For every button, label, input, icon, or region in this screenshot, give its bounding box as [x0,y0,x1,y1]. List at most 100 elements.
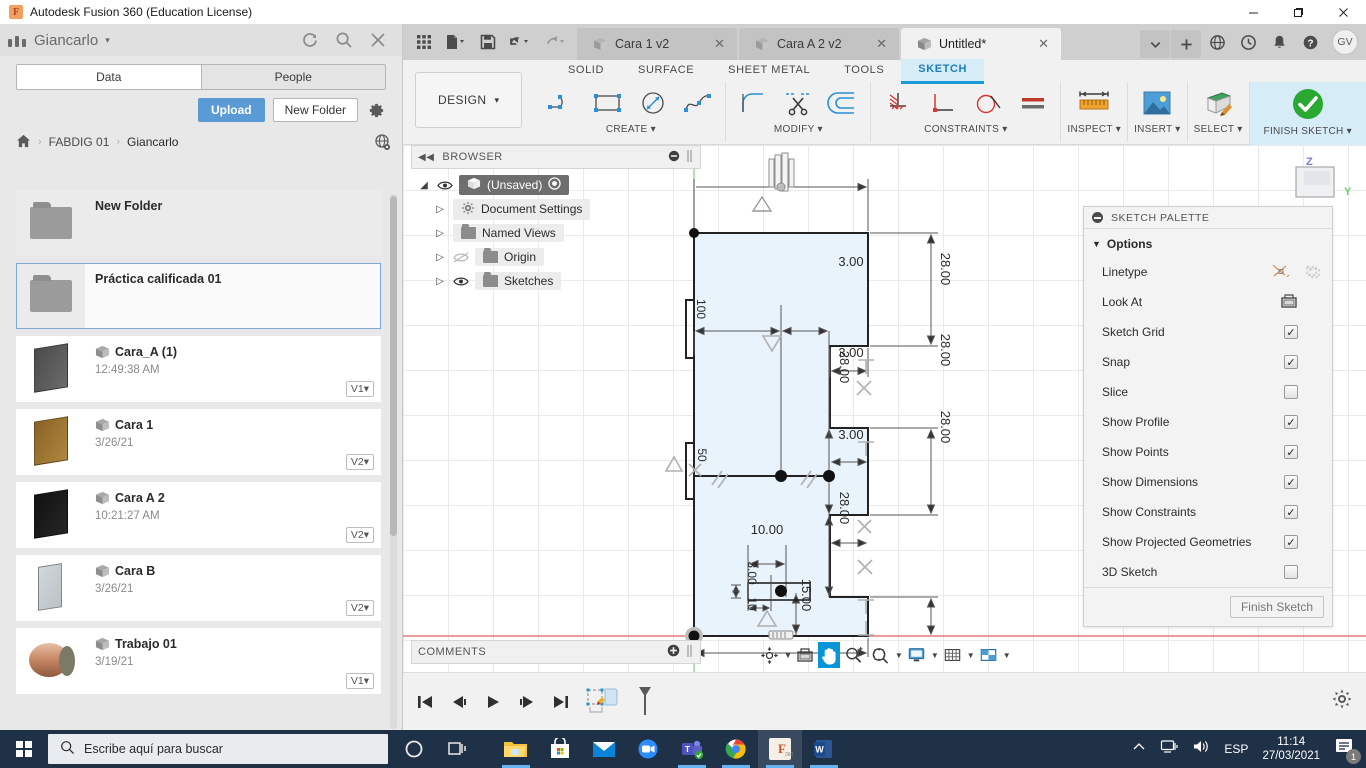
insert-image-icon[interactable] [1136,83,1178,123]
slice-checkbox[interactable] [1284,385,1298,399]
tab-tools[interactable]: TOOLS [827,60,901,82]
gear-icon[interactable] [1332,689,1366,714]
item-version-badge[interactable]: V2▾ [346,527,374,543]
close-tab-icon[interactable]: ✕ [698,36,725,52]
sketch-feature-icon[interactable] [583,690,625,714]
chevron-down-icon[interactable]: ▼ [931,651,939,660]
ribbon-group-finish-sketch[interactable]: FINISH SKETCH ▾ [1249,82,1366,145]
breadcrumb-item-project[interactable]: FABDIG 01 [49,135,110,149]
browser-row-document-settings[interactable]: ▷ Document Settings [411,197,701,221]
minimize-button[interactable] [1231,0,1276,24]
browser-root-label[interactable]: (Unsaved) [459,175,569,195]
sketch-spline-icon[interactable] [677,83,719,123]
eye-icon[interactable] [437,180,453,191]
document-tab-cara1[interactable]: Cara 1 v2 ✕ [577,28,737,60]
finish-sketch-button[interactable]: Finish Sketch [1230,596,1324,618]
offset-icon[interactable] [822,83,864,123]
linetype-construction-icon[interactable] [1272,263,1290,282]
home-icon[interactable] [16,134,31,151]
mail-icon[interactable] [582,730,626,768]
search-icon[interactable] [334,30,354,50]
minimize-dot-icon[interactable] [1092,212,1103,223]
expand-arrow-icon[interactable]: ▷ [433,204,447,215]
linetype-reference-icon[interactable] [1304,263,1322,282]
taskbar-search-input[interactable]: Escribe aquí para buscar [48,734,388,764]
show-dimensions-checkbox[interactable]: ✓ [1284,475,1298,489]
list-item[interactable]: Trabajo 01 3/19/21 V1▾ [16,628,381,694]
new-folder-button[interactable]: New Folder [273,98,358,122]
close-tab-icon[interactable]: ✕ [860,36,887,52]
3d-sketch-checkbox[interactable] [1284,565,1298,579]
breadcrumb-item-folder[interactable]: Giancarlo [127,135,178,149]
microsoft-word-icon[interactable]: W [802,730,846,768]
browser-row-origin[interactable]: ▷ Origin [411,245,701,269]
skip-to-start-icon[interactable] [413,690,437,714]
chevron-down-icon[interactable] [1140,30,1170,58]
clock[interactable]: 11:14 27/03/2021 [1262,735,1320,763]
app-grid-icon[interactable] [411,27,437,57]
browser-row-named-views[interactable]: ▷ Named Views [411,221,701,245]
current-user-name[interactable]: Giancarlo [34,32,98,49]
data-panel-file-list[interactable]: New Folder Práctica calificada 01 [0,190,403,730]
measure-ruler-icon[interactable] [1073,83,1115,123]
eye-icon[interactable] [453,276,469,287]
perpendicular-icon[interactable] [922,83,964,123]
item-version-badge[interactable]: V2▾ [346,454,374,470]
tab-people[interactable]: People [201,65,386,89]
microsoft-store-icon[interactable] [538,730,582,768]
google-chrome-icon[interactable] [714,730,758,768]
volume-icon[interactable] [1192,739,1210,759]
item-version-badge[interactable]: V2▾ [346,600,374,616]
item-version-badge[interactable]: V1▾ [346,381,374,397]
sketch-canvas[interactable]: 60.00 60.00 33.00 15.75 100 50 Ø3.00 Ø3.… [403,145,1366,672]
zoom-icon[interactable] [842,642,866,668]
gear-icon[interactable] [366,100,386,120]
minimize-dot-icon[interactable] [668,150,680,165]
expand-arrow-icon[interactable]: ▷ [433,252,447,263]
maximize-button[interactable] [1276,0,1321,24]
task-view-icon[interactable] [436,730,480,768]
zoom-window-icon[interactable] [868,642,892,668]
display-settings-icon[interactable] [905,642,928,668]
browser-row-sketches[interactable]: ▷ Sketches [411,269,701,293]
sketch-grid-checkbox[interactable]: ✓ [1284,325,1298,339]
grip-icon[interactable] [686,644,694,661]
globe-icon[interactable] [1202,24,1232,60]
globe-icon[interactable] [374,133,392,151]
tab-data[interactable]: Data [17,65,201,89]
save-icon[interactable] [475,27,501,57]
chevron-down-icon[interactable]: ▼ [1003,651,1011,660]
file-explorer-icon[interactable] [494,730,538,768]
sketch-circle-icon[interactable] [632,83,674,123]
notifications-bell-icon[interactable] [1264,24,1294,60]
comments-panel[interactable]: COMMENTS [411,640,701,664]
language-indicator[interactable]: ESP [1224,742,1248,756]
scrollbar-thumb[interactable] [390,196,397,536]
fusion-360-icon[interactable]: F360 [758,730,802,768]
tab-solid[interactable]: SOLID [551,60,621,82]
list-item[interactable]: Cara B 3/26/21 V2▾ [16,555,381,621]
orbit-icon[interactable] [758,642,781,668]
document-tab-untitled[interactable]: Untitled* ✕ [901,28,1061,60]
notification-icon[interactable]: 1 [1334,737,1358,761]
list-item[interactable]: Cara_A (1) 12:49:38 AM V1▾ [16,336,381,402]
viewport-layout-icon[interactable] [977,642,1000,668]
upload-button[interactable]: Upload [198,98,265,122]
palette-options-section[interactable]: ▼ Options [1084,229,1332,257]
expand-arrow-icon[interactable]: ▷ [433,228,447,239]
recent-icon[interactable] [1233,24,1263,60]
select-brush-icon[interactable] [1197,83,1239,123]
sketch-arc-icon[interactable] [542,83,584,123]
pan-hand-icon[interactable] [818,642,840,668]
list-item[interactable]: New Folder [16,190,381,256]
zoom-icon[interactable] [626,730,670,768]
show-profile-checkbox[interactable]: ✓ [1284,415,1298,429]
show-projected-geometries-checkbox[interactable]: ✓ [1284,535,1298,549]
skip-to-end-icon[interactable] [549,690,573,714]
list-item[interactable]: Práctica calificada 01 [16,263,381,329]
refresh-icon[interactable] [300,30,320,50]
eye-hidden-icon[interactable] [453,252,469,263]
show-constraints-checkbox[interactable]: ✓ [1284,505,1298,519]
sketch-rectangle-icon[interactable] [587,83,629,123]
list-item[interactable]: Cara A 2 10:21:27 AM V2▾ [16,482,381,548]
